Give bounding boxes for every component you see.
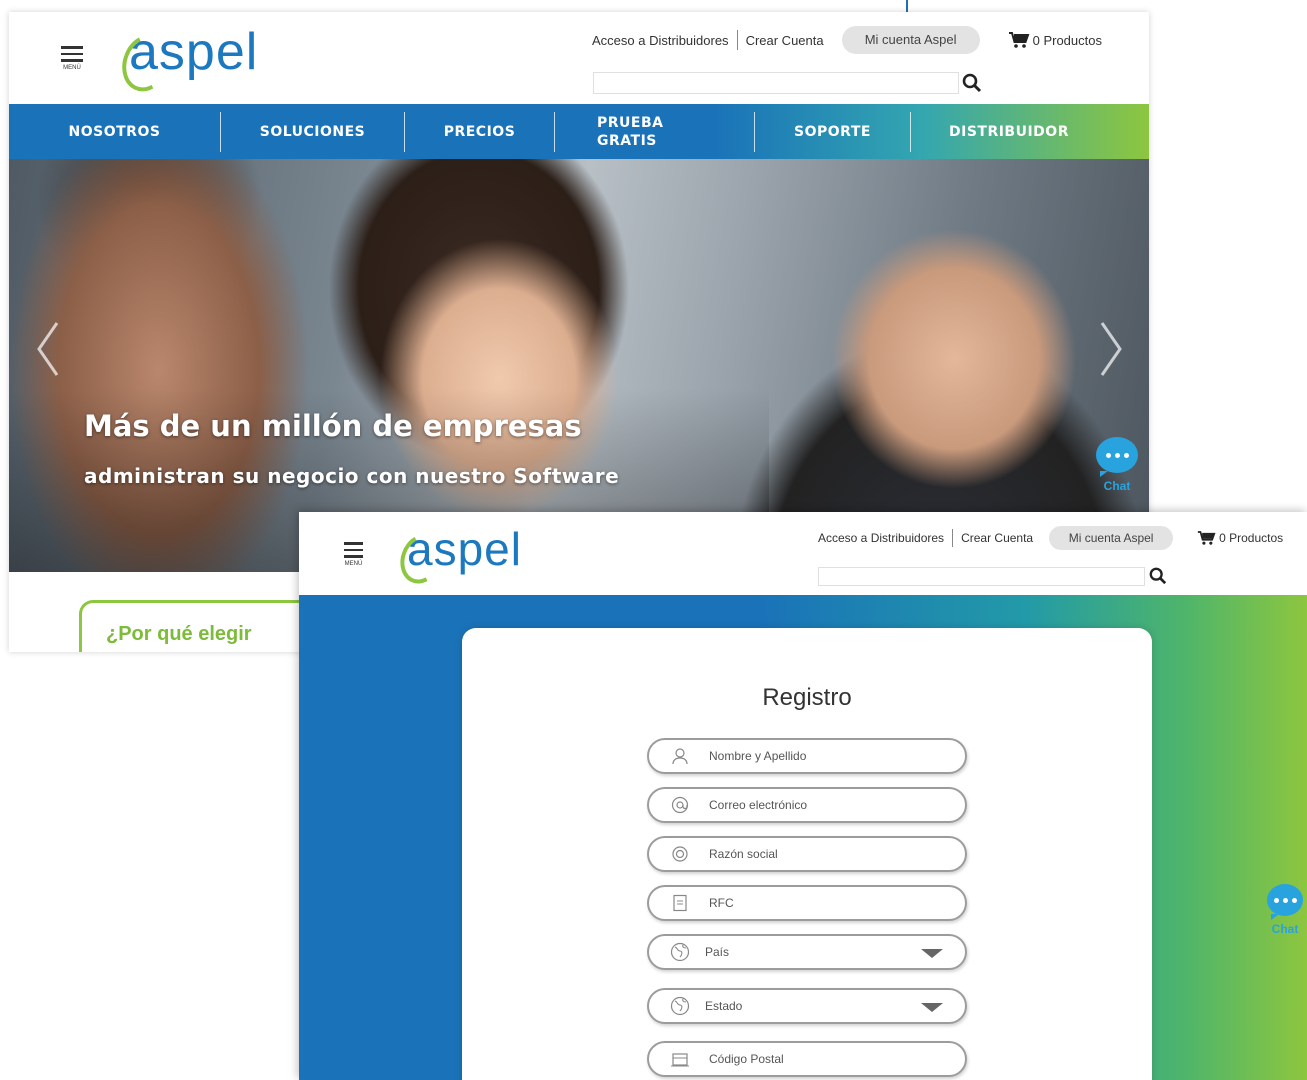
why-title: ¿Por qué elegir <box>106 623 252 645</box>
registro-card: Registro Nombre y Apellido Correo electr… <box>462 628 1152 1080</box>
divider <box>952 529 954 547</box>
mi-cuenta-button[interactable]: Mi cuenta Aspel <box>841 26 980 54</box>
hero-subline: administran su negocio con nuestro Softw… <box>84 464 620 488</box>
carousel-next-icon[interactable] <box>1096 319 1126 379</box>
hero-banner: Más de un millón de empresas administran… <box>9 159 1149 572</box>
company-icon <box>669 843 691 865</box>
cart-link[interactable]: 0 Productos <box>1197 530 1283 546</box>
aspel-logo[interactable]: aspel <box>114 22 258 99</box>
pais-placeholder: País <box>705 945 730 959</box>
rfc-placeholder: RFC <box>709 896 734 910</box>
search-input[interactable] <box>818 567 1145 586</box>
document-icon <box>669 892 691 914</box>
razon-social-placeholder: Razón social <box>709 847 778 861</box>
globe-icon <box>669 941 691 963</box>
registro-title: Registro <box>762 684 852 711</box>
main-nav: NOSOTROS SOLUCIONES PRECIOS PRUEBA GRATI… <box>9 104 1149 159</box>
menu-label: MENÚ <box>63 64 81 71</box>
distribuidores-link[interactable]: Acceso a Distribuidores <box>592 33 729 48</box>
registro-page-screenshot: MENÚ aspel Acceso a Distribuidores Crear… <box>299 512 1307 1080</box>
nav-precios[interactable]: PRECIOS <box>405 111 555 152</box>
nav-distribuidor[interactable]: DISTRIBUIDOR <box>911 112 1107 152</box>
aspel-logo[interactable]: aspel <box>393 522 522 590</box>
crear-cuenta-link[interactable]: Crear Cuenta <box>746 33 824 48</box>
mi-cuenta-button[interactable]: Mi cuenta Aspel <box>1049 526 1174 550</box>
chevron-down-icon <box>921 949 943 958</box>
chat-widget[interactable]: Chat <box>1096 437 1138 493</box>
chat-bubble-icon <box>1096 437 1138 477</box>
carousel-prev-icon[interactable] <box>33 319 63 379</box>
menu-button[interactable]: MENÚ <box>61 46 83 71</box>
correo-field[interactable]: Correo electrónico <box>647 787 967 823</box>
hero-headline: Más de un millón de empresas <box>84 409 582 443</box>
cart-count: 0 Productos <box>1219 531 1284 545</box>
chat-label: Chat <box>1271 922 1299 936</box>
cart-icon <box>1008 32 1030 48</box>
nav-soporte[interactable]: SOPORTE <box>755 111 911 152</box>
mailbox-icon <box>669 1048 691 1070</box>
codigo-postal-placeholder: Código Postal <box>709 1052 784 1066</box>
nombre-field[interactable]: Nombre y Apellido <box>647 738 967 774</box>
globe-icon <box>669 995 691 1017</box>
rfc-field[interactable]: RFC <box>647 885 967 921</box>
cart-icon <box>1197 531 1216 545</box>
why-card: ¿Por qué elegir <box>79 600 319 652</box>
pais-select[interactable]: País <box>647 934 967 970</box>
crear-cuenta-link[interactable]: Crear Cuenta <box>961 531 1033 545</box>
divider <box>736 30 738 50</box>
menu-label: MENÚ <box>344 560 363 567</box>
cart-link[interactable]: 0 Productos <box>1008 31 1102 49</box>
chat-bubble-icon <box>1267 884 1303 920</box>
nav-prueba-line1: PRUEBA <box>597 114 664 131</box>
cart-count: 0 Productos <box>1032 32 1102 48</box>
chevron-down-icon <box>921 1003 943 1012</box>
search-icon[interactable] <box>1149 567 1167 589</box>
correo-placeholder: Correo electrónico <box>709 798 808 812</box>
top-links: Acceso a Distribuidores Crear Cuenta Mi … <box>818 526 1283 550</box>
razon-social-field[interactable]: Razón social <box>647 836 967 872</box>
estado-placeholder: Estado <box>705 999 743 1013</box>
user-icon <box>669 745 691 767</box>
menu-button[interactable]: MENÚ <box>344 542 363 567</box>
hamburger-icon <box>61 46 83 66</box>
top-links: Acceso a Distribuidores Crear Cuenta Mi … <box>592 26 1102 54</box>
chat-widget[interactable]: Chat <box>1267 884 1303 936</box>
distribuidores-link[interactable]: Acceso a Distribuidores <box>818 531 944 545</box>
nav-prueba-gratis[interactable]: PRUEBA GRATIS <box>555 111 755 152</box>
nombre-placeholder: Nombre y Apellido <box>709 749 807 763</box>
hamburger-icon <box>344 542 363 562</box>
nav-nosotros[interactable]: NOSOTROS <box>9 111 221 152</box>
search-input[interactable] <box>593 72 959 94</box>
nav-soluciones[interactable]: SOLUCIONES <box>221 111 405 152</box>
chat-label: Chat <box>1103 479 1131 493</box>
nav-prueba-line2: GRATIS <box>597 132 657 149</box>
codigo-postal-field[interactable]: Código Postal <box>647 1041 967 1077</box>
at-icon <box>669 794 691 816</box>
search-icon[interactable] <box>962 73 982 97</box>
estado-select[interactable]: Estado <box>647 988 967 1024</box>
